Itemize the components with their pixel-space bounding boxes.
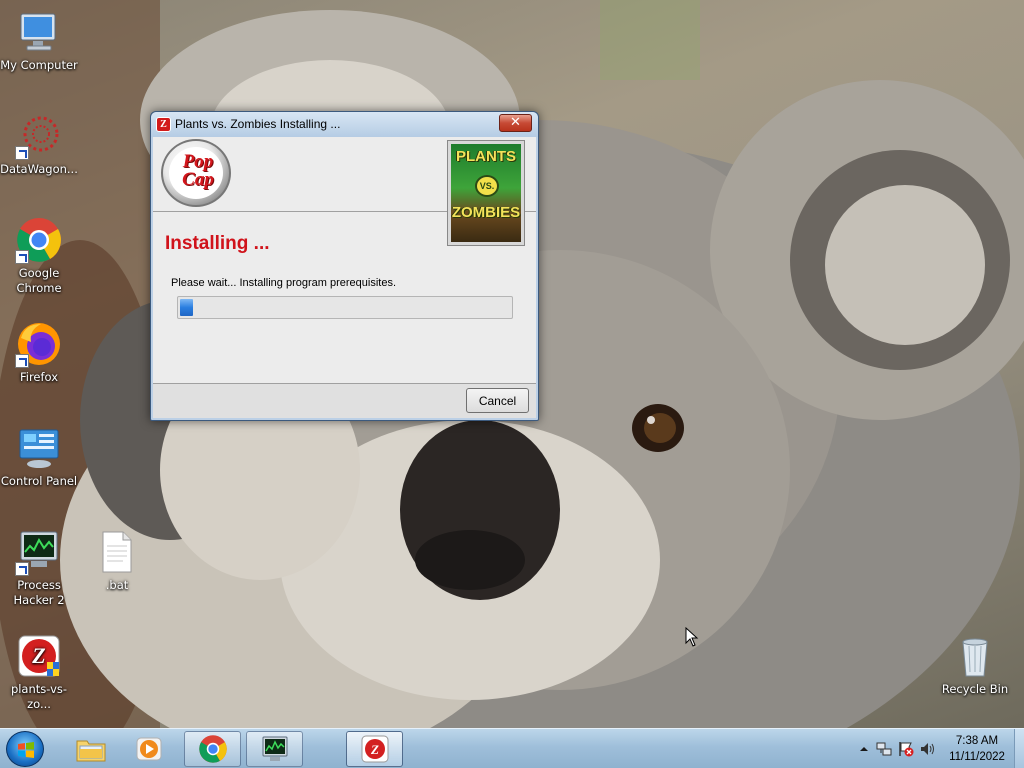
- chrome-icon: [198, 735, 227, 763]
- installer-footer: Cancel: [153, 384, 536, 418]
- show-desktop-button[interactable]: [1014, 729, 1024, 768]
- popcap-logo-text: Pop Cap: [182, 151, 214, 190]
- art-title-plants: PLANTS: [456, 148, 516, 165]
- desktop-icon-recycle-bin[interactable]: Recycle Bin: [936, 632, 1014, 697]
- pvz-installer-icon: Z: [15, 632, 63, 680]
- bat-file-icon: [93, 528, 141, 576]
- taskbar-chrome-button[interactable]: [184, 731, 241, 767]
- desktop-icon-label: Google Chrome: [16, 266, 62, 295]
- desktop-icon-label: Firefox: [19, 370, 59, 384]
- datawagon-icon: [15, 112, 63, 160]
- start-button[interactable]: [6, 731, 44, 767]
- system-tray: 7:38 AM 11/11/2022: [834, 729, 1024, 768]
- clock-time: 7:38 AM: [955, 735, 999, 747]
- pvz-app-icon: Z: [156, 117, 171, 132]
- process-hacker-icon: [262, 736, 287, 761]
- desktop-icon-label: Control Panel: [0, 474, 78, 488]
- desktop-icon-bat-file[interactable]: .bat: [78, 528, 156, 593]
- desktop-icon-my-computer[interactable]: My Computer: [0, 8, 78, 73]
- pvz-installer-icon: Z: [361, 735, 388, 763]
- desktop-icon-label: .bat: [105, 578, 129, 592]
- desktop-icon-label: plants-vs-zo...: [10, 682, 68, 711]
- svg-text:Z: Z: [370, 742, 379, 757]
- windows-logo-icon: [18, 742, 34, 758]
- volume-icon[interactable]: [920, 741, 936, 757]
- progress-bar: [177, 296, 513, 319]
- shortcut-arrow-icon: [15, 146, 29, 160]
- computer-icon: [15, 8, 63, 56]
- desktop-icon-firefox[interactable]: Firefox: [0, 320, 78, 385]
- taskbar-pvz-installer-button[interactable]: Z: [346, 731, 403, 767]
- close-button[interactable]: ✕: [499, 114, 532, 132]
- art-title-zombies: ZOMBIES: [451, 204, 521, 221]
- chrome-icon: [15, 216, 63, 264]
- taskbar-explorer-button[interactable]: [62, 731, 119, 767]
- shortcut-arrow-icon: [15, 562, 29, 576]
- desktop-icon-process-hacker[interactable]: Process Hacker 2: [0, 528, 78, 608]
- installer-body: Pop Cap PLANTS VS. ZOMBIES Installing ..…: [153, 137, 536, 418]
- window-titlebar[interactable]: Z Plants vs. Zombies Installing ... ✕: [151, 112, 538, 137]
- shortcut-arrow-icon: [15, 354, 29, 368]
- desktop-icon-label: Process Hacker 2: [13, 578, 65, 607]
- taskbar: Z 7:38 AM 11/11/2022: [0, 728, 1024, 768]
- svg-text:Z: Z: [31, 643, 45, 668]
- art-vs-badge: VS.: [475, 175, 499, 197]
- clock[interactable]: 7:38 AM 11/11/2022: [942, 733, 1012, 765]
- media-player-icon: [136, 737, 161, 761]
- cancel-button[interactable]: Cancel: [466, 388, 529, 413]
- desktop-icon-label: My Computer: [0, 58, 78, 72]
- clock-date: 11/11/2022: [949, 751, 1005, 763]
- mouse-cursor-icon: [685, 627, 699, 647]
- desktop-icon-label: Recycle Bin: [941, 682, 1009, 696]
- window-title: Plants vs. Zombies Installing ...: [175, 117, 341, 131]
- desktop-icon-pvz-installer[interactable]: Z plants-vs-zo...: [0, 632, 78, 712]
- status-heading: Installing ...: [165, 233, 270, 254]
- taskbar-process-hacker-button[interactable]: [246, 731, 303, 767]
- show-hidden-icons-arrow-icon[interactable]: [856, 741, 872, 757]
- taskbar-media-player-button[interactable]: [120, 731, 177, 767]
- action-center-flag-icon[interactable]: [898, 741, 914, 757]
- recycle-bin-icon: [951, 632, 999, 680]
- desktop-icon-label: DataWagon...: [0, 162, 78, 176]
- control-panel-icon: [15, 424, 63, 472]
- pvz-box-art: PLANTS VS. ZOMBIES: [447, 140, 525, 246]
- status-message: Please wait... Installing program prereq…: [171, 277, 396, 289]
- shortcut-arrow-icon: [15, 250, 29, 264]
- installer-window[interactable]: Z Plants vs. Zombies Installing ... ✕ Po…: [150, 111, 539, 421]
- popcap-logo: Pop Cap: [161, 139, 231, 207]
- folder-icon: [76, 740, 105, 762]
- desktop-icon-control-panel[interactable]: Control Panel: [0, 424, 78, 489]
- firefox-icon: [15, 320, 63, 368]
- network-icon[interactable]: [876, 741, 892, 757]
- desktop-icon-chrome[interactable]: Google Chrome: [0, 216, 78, 296]
- progress-bar-fill: [180, 299, 194, 316]
- process-hacker-icon: [15, 528, 63, 576]
- desktop-icon-datawagon[interactable]: DataWagon...: [0, 112, 78, 177]
